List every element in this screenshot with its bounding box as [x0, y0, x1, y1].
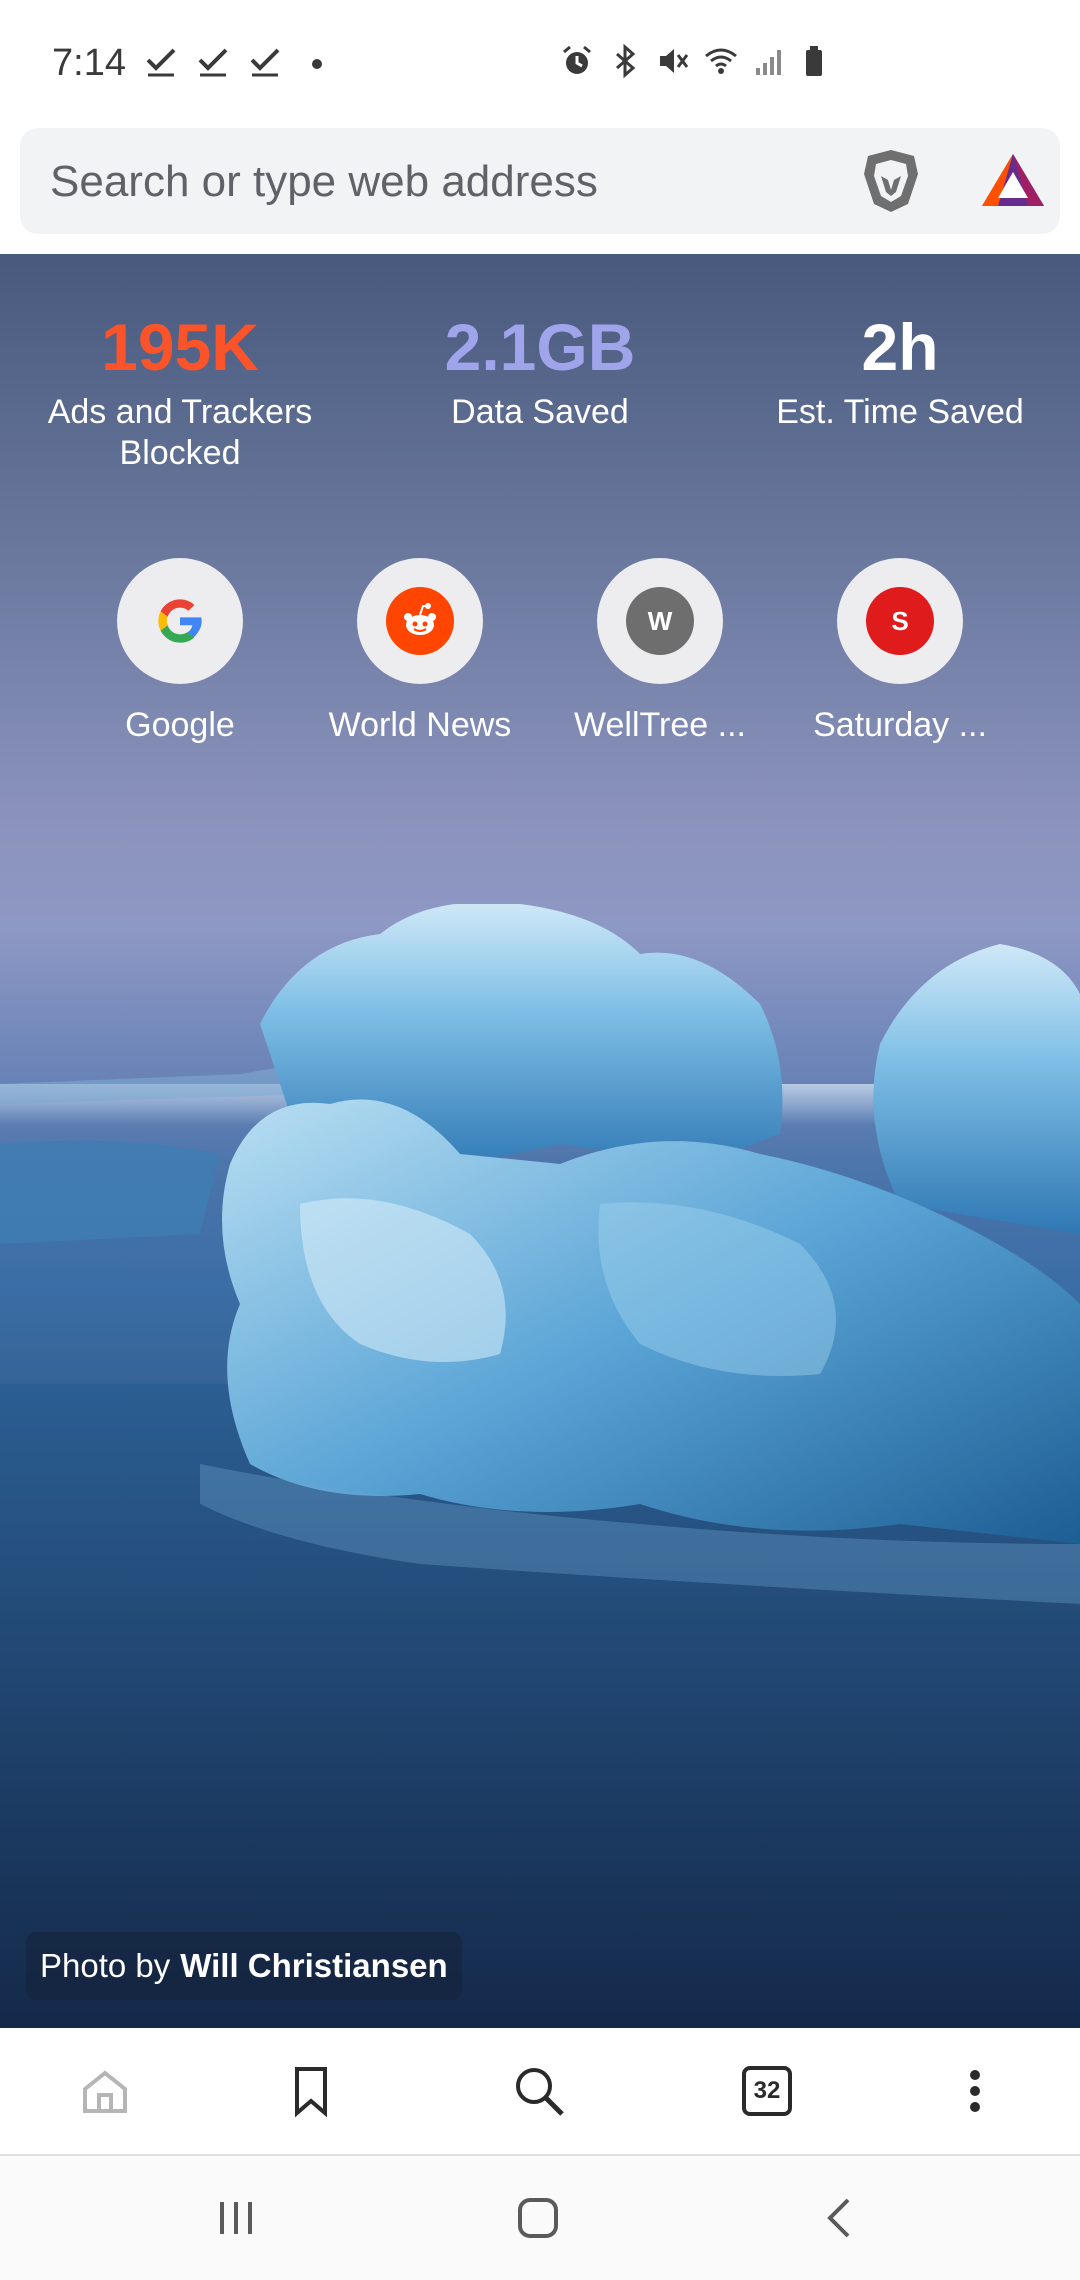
reddit-icon	[386, 587, 454, 655]
background-photo	[0, 904, 1080, 2028]
tile-label: Saturday ...	[813, 706, 987, 744]
stats-row: 195K Ads and Trackers Blocked 2.1GB Data…	[0, 314, 1080, 474]
status-bar: 7:14	[0, 0, 1080, 128]
recents-icon	[220, 2202, 252, 2234]
check-icon	[198, 48, 228, 77]
tabs-button[interactable]: 32	[734, 2058, 800, 2124]
url-bar	[20, 128, 1060, 236]
notification-icons	[144, 44, 334, 78]
check-icon	[250, 48, 280, 77]
brave-shields-button[interactable]	[856, 146, 926, 216]
letter-w-icon: W	[626, 587, 694, 655]
stat-data-saved: 2.1GB Data Saved	[360, 314, 720, 474]
search-button[interactable]	[506, 2058, 572, 2124]
photo-credit-prefix: Photo by	[40, 1947, 171, 1984]
signal-icon	[756, 50, 781, 75]
google-icon	[158, 599, 202, 643]
tile-icon-container: S	[837, 558, 963, 684]
search-input[interactable]	[48, 128, 812, 236]
home-square-icon	[518, 2198, 558, 2238]
battery-icon	[806, 46, 822, 76]
search-icon	[516, 2068, 564, 2116]
top-sites: Google World News W WellTree ... S Satur…	[0, 558, 1080, 745]
top-site-saturday[interactable]: S Saturday ...	[800, 558, 1000, 745]
letter-s-icon: S	[866, 587, 934, 655]
photo-credit-author: Will Christiansen	[180, 1947, 448, 1984]
bat-triangle-icon	[982, 154, 1044, 206]
alarm-icon	[563, 45, 591, 74]
stat-label: Data Saved	[451, 393, 629, 431]
brave-rewards-button[interactable]	[978, 146, 1048, 216]
tab-switcher-icon: 32	[742, 2066, 792, 2116]
stat-ads-blocked: 195K Ads and Trackers Blocked	[0, 314, 360, 474]
top-site-welltree[interactable]: W WellTree ...	[560, 558, 760, 745]
brave-lion-icon	[864, 150, 918, 212]
new-tab-page: 195K Ads and Trackers Blocked 2.1GB Data…	[0, 254, 1080, 2028]
bluetooth-icon	[616, 44, 636, 78]
mute-icon	[660, 49, 689, 73]
tile-label: WellTree ...	[574, 706, 746, 744]
tile-icon-container: W	[597, 558, 723, 684]
system-navigation-bar	[0, 2156, 1080, 2280]
stat-value: 2h	[861, 310, 939, 384]
bookmarks-button[interactable]	[278, 2058, 344, 2124]
status-time: 7:14	[52, 42, 126, 84]
stat-label: Est. Time Saved	[776, 393, 1024, 431]
system-back-button[interactable]	[808, 2186, 872, 2250]
home-icon	[83, 2070, 127, 2113]
wifi-icon	[705, 48, 737, 74]
recent-apps-button[interactable]	[204, 2186, 268, 2250]
tile-label: Google	[125, 706, 235, 744]
check-icon	[146, 48, 176, 77]
back-chevron-icon	[827, 2198, 850, 2238]
stat-value: 2.1GB	[444, 310, 636, 384]
system-home-button[interactable]	[506, 2186, 570, 2250]
top-site-google[interactable]: Google	[80, 558, 280, 745]
stat-time-saved: 2h Est. Time Saved	[720, 314, 1080, 474]
more-vertical-icon	[970, 2070, 980, 2112]
tile-icon-container	[117, 558, 243, 684]
bookmark-icon	[295, 2067, 327, 2118]
tile-label: World News	[328, 706, 512, 744]
stat-label: Ads and Trackers Blocked	[47, 393, 313, 472]
stat-value: 195K	[101, 310, 259, 384]
tab-count: 32	[753, 2077, 781, 2104]
photo-credit[interactable]: Photo by Will Christiansen	[26, 1932, 462, 2000]
top-site-world-news[interactable]: World News	[320, 558, 520, 745]
system-icons	[560, 44, 834, 78]
dot-icon	[312, 59, 322, 69]
menu-button[interactable]	[942, 2058, 1008, 2124]
home-button[interactable]	[72, 2058, 138, 2124]
tile-icon-container	[357, 558, 483, 684]
bottom-toolbar: 32	[0, 2028, 1080, 2156]
